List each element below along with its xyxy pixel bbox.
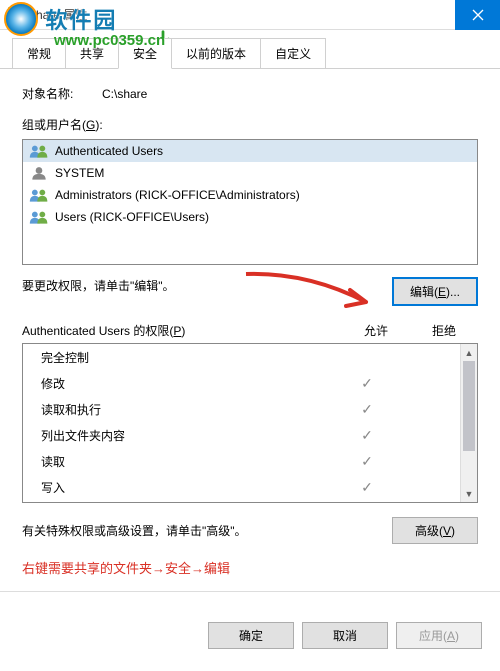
user-item[interactable]: Authenticated Users: [23, 140, 477, 162]
permissions-list[interactable]: 完全控制修改✓读取和执行✓列出文件夹内容✓读取✓写入✓ ▲ ▼: [22, 343, 478, 503]
user-item[interactable]: Administrators (RICK-OFFICE\Administrato…: [23, 184, 477, 206]
tab-strip: 常规共享安全以前的版本自定义: [0, 38, 500, 69]
object-name-value: C:\share: [102, 87, 147, 101]
permission-label: 读取: [41, 453, 336, 470]
allow-cell: ✓: [336, 453, 398, 470]
users-group-icon: [29, 187, 49, 203]
advanced-button[interactable]: 高级(V): [392, 517, 478, 544]
user-item-label: Users (RICK-OFFICE\Users): [55, 210, 209, 224]
edit-hint-text: 要更改权限，请单击"编辑"。: [22, 277, 175, 294]
tab-content-security: 对象名称: C:\share 组或用户名(G): Authenticated U…: [0, 69, 500, 608]
tab-0[interactable]: 常规: [12, 38, 66, 68]
object-name-label: 对象名称:: [22, 85, 102, 102]
separator: [0, 591, 500, 592]
folder-icon: [8, 7, 24, 23]
permissions-block: Authenticated Users 的权限(P) 允许 拒绝 完全控制修改✓…: [22, 322, 478, 503]
permission-label: 列出文件夹内容: [41, 427, 336, 444]
tab-1[interactable]: 共享: [65, 38, 119, 68]
permission-label: 写入: [41, 479, 336, 496]
user-icon: [29, 165, 49, 181]
col-deny-header: 拒绝: [410, 322, 478, 339]
permissions-header: Authenticated Users 的权限(P): [22, 322, 342, 339]
permission-row[interactable]: 列出文件夹内容✓: [23, 422, 460, 448]
permission-label: 读取和执行: [41, 401, 336, 418]
dialog-footer: 确定 取消 应用(A): [0, 608, 500, 663]
permission-row[interactable]: 读取和执行✓: [23, 396, 460, 422]
scroll-up-button[interactable]: ▲: [461, 344, 477, 361]
object-name-row: 对象名称: C:\share: [22, 85, 478, 102]
user-item-label: Authenticated Users: [55, 144, 163, 158]
allow-cell: ✓: [336, 401, 398, 418]
permission-row[interactable]: 读取✓: [23, 448, 460, 474]
allow-cell: ✓: [336, 375, 398, 392]
col-allow-header: 允许: [342, 322, 410, 339]
user-item[interactable]: Users (RICK-OFFICE\Users): [23, 206, 477, 228]
tab-4[interactable]: 自定义: [260, 38, 326, 68]
user-item-label: SYSTEM: [55, 166, 104, 180]
users-group-icon: [29, 143, 49, 159]
tab-2[interactable]: 安全: [118, 38, 172, 69]
instruction-annotation: 右键需要共享的文件夹→安全→编辑: [22, 558, 478, 577]
users-listbox[interactable]: Authenticated Users SYSTEM Administrators …: [22, 139, 478, 265]
cancel-button[interactable]: 取消: [302, 622, 388, 649]
window-title: share 属性: [30, 6, 455, 23]
allow-cell: ✓: [336, 479, 398, 496]
close-icon: [472, 9, 484, 21]
permission-label: 修改: [41, 375, 336, 392]
user-item[interactable]: SYSTEM: [23, 162, 477, 184]
tab-3[interactable]: 以前的版本: [171, 38, 261, 68]
ok-button[interactable]: 确定: [208, 622, 294, 649]
user-item-label: Administrators (RICK-OFFICE\Administrato…: [55, 188, 300, 202]
scroll-thumb[interactable]: [463, 361, 475, 451]
allow-cell: ✓: [336, 427, 398, 444]
permission-row[interactable]: 完全控制: [23, 344, 460, 370]
group-users-label: 组或用户名(G):: [22, 116, 478, 133]
permission-row[interactable]: 修改✓: [23, 370, 460, 396]
permission-row[interactable]: 写入✓: [23, 474, 460, 500]
titlebar: share 属性: [0, 0, 500, 30]
close-button[interactable]: [455, 0, 500, 30]
users-group-icon: [29, 209, 49, 225]
scrollbar[interactable]: ▲ ▼: [460, 344, 477, 502]
advanced-hint-text: 有关特殊权限或高级设置，请单击"高级"。: [22, 522, 247, 539]
apply-button[interactable]: 应用(A): [396, 622, 482, 649]
scroll-track[interactable]: [461, 361, 477, 485]
scroll-down-button[interactable]: ▼: [461, 485, 477, 502]
edit-button[interactable]: 编辑(E)...: [392, 277, 478, 306]
permission-label: 完全控制: [41, 349, 336, 366]
